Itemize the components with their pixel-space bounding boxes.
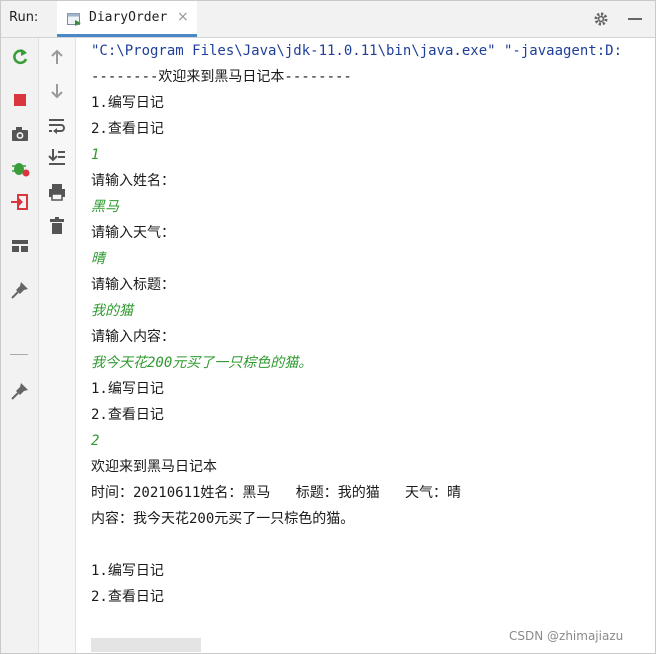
stop-icon[interactable] [9,89,31,111]
gear-icon[interactable] [593,11,609,27]
run-label: Run: [9,10,39,25]
console-output-line: 2.查看日记 [91,407,164,423]
close-icon[interactable]: × [177,9,189,25]
rerun-icon[interactable] [9,46,31,68]
console-output-line: 请输入天气： [91,225,175,241]
exit-icon[interactable] [9,191,31,213]
run-header-bar: Run: DiaryOrder × [1,1,655,38]
console-output-line: 2.查看日记 [91,121,164,137]
console-input-line: 我今天花200元买了一只棕色的猫。 [91,355,313,371]
soft-wrap-icon[interactable] [46,114,68,136]
run-config-icon [67,13,81,26]
pin-icon[interactable] [9,380,31,402]
console-output-line: 请输入内容： [91,329,175,345]
toolbar-separator [10,354,28,355]
console-input-line: 晴 [91,251,105,267]
down-arrow-icon[interactable] [46,80,68,102]
run-actions-toolbar [1,38,39,653]
up-arrow-icon[interactable] [46,46,68,68]
debug-icon[interactable] [9,157,31,179]
console-output-line: 1.编写日记 [91,95,164,111]
console-toolbar [39,38,76,653]
console-output-line: 内容：我今天花200元买了一只棕色的猫。 [91,511,355,527]
console-output-line: 请输入姓名： [91,173,175,189]
console-input-line: 1 [91,147,100,163]
pin-icon[interactable] [9,279,31,301]
trash-icon[interactable] [46,215,68,237]
scroll-to-end-icon[interactable] [46,146,68,168]
minimize-icon[interactable] [628,18,642,20]
console-output-line: 时间：20210611姓名：黑马 标题：我的猫 天气：晴 [91,485,462,501]
print-icon[interactable] [46,181,68,203]
tab-title: DiaryOrder [89,10,168,25]
console-output[interactable]: "C:\Program Files\Java\jdk-11.0.11\bin\j… [91,38,655,648]
layout-icon[interactable] [9,235,31,257]
console-command-line: "C:\Program Files\Java\jdk-11.0.11\bin\j… [91,43,623,59]
console-input-line: 我的猫 [91,303,133,319]
console-output-line: 欢迎来到黑马日记本 [91,459,217,475]
console-output-line: 请输入标题： [91,277,175,293]
watermark: CSDN @zhimajiazu [509,629,624,643]
tab-diaryorder[interactable]: DiaryOrder × [57,1,197,37]
camera-icon[interactable] [9,123,31,145]
console-output-line: 1.编写日记 [91,563,164,579]
console-input-line: 黑马 [91,199,119,215]
console-input-line: 2 [91,433,100,449]
run-tool-window: Run: DiaryOrder × "C:\Program Files\Java… [0,0,656,654]
console-output-line: --------欢迎来到黑马日记本-------- [91,69,352,85]
horizontal-scrollbar[interactable] [91,638,201,652]
console-output-line: 1.编写日记 [91,381,164,397]
console-output-line: 2.查看日记 [91,589,164,605]
